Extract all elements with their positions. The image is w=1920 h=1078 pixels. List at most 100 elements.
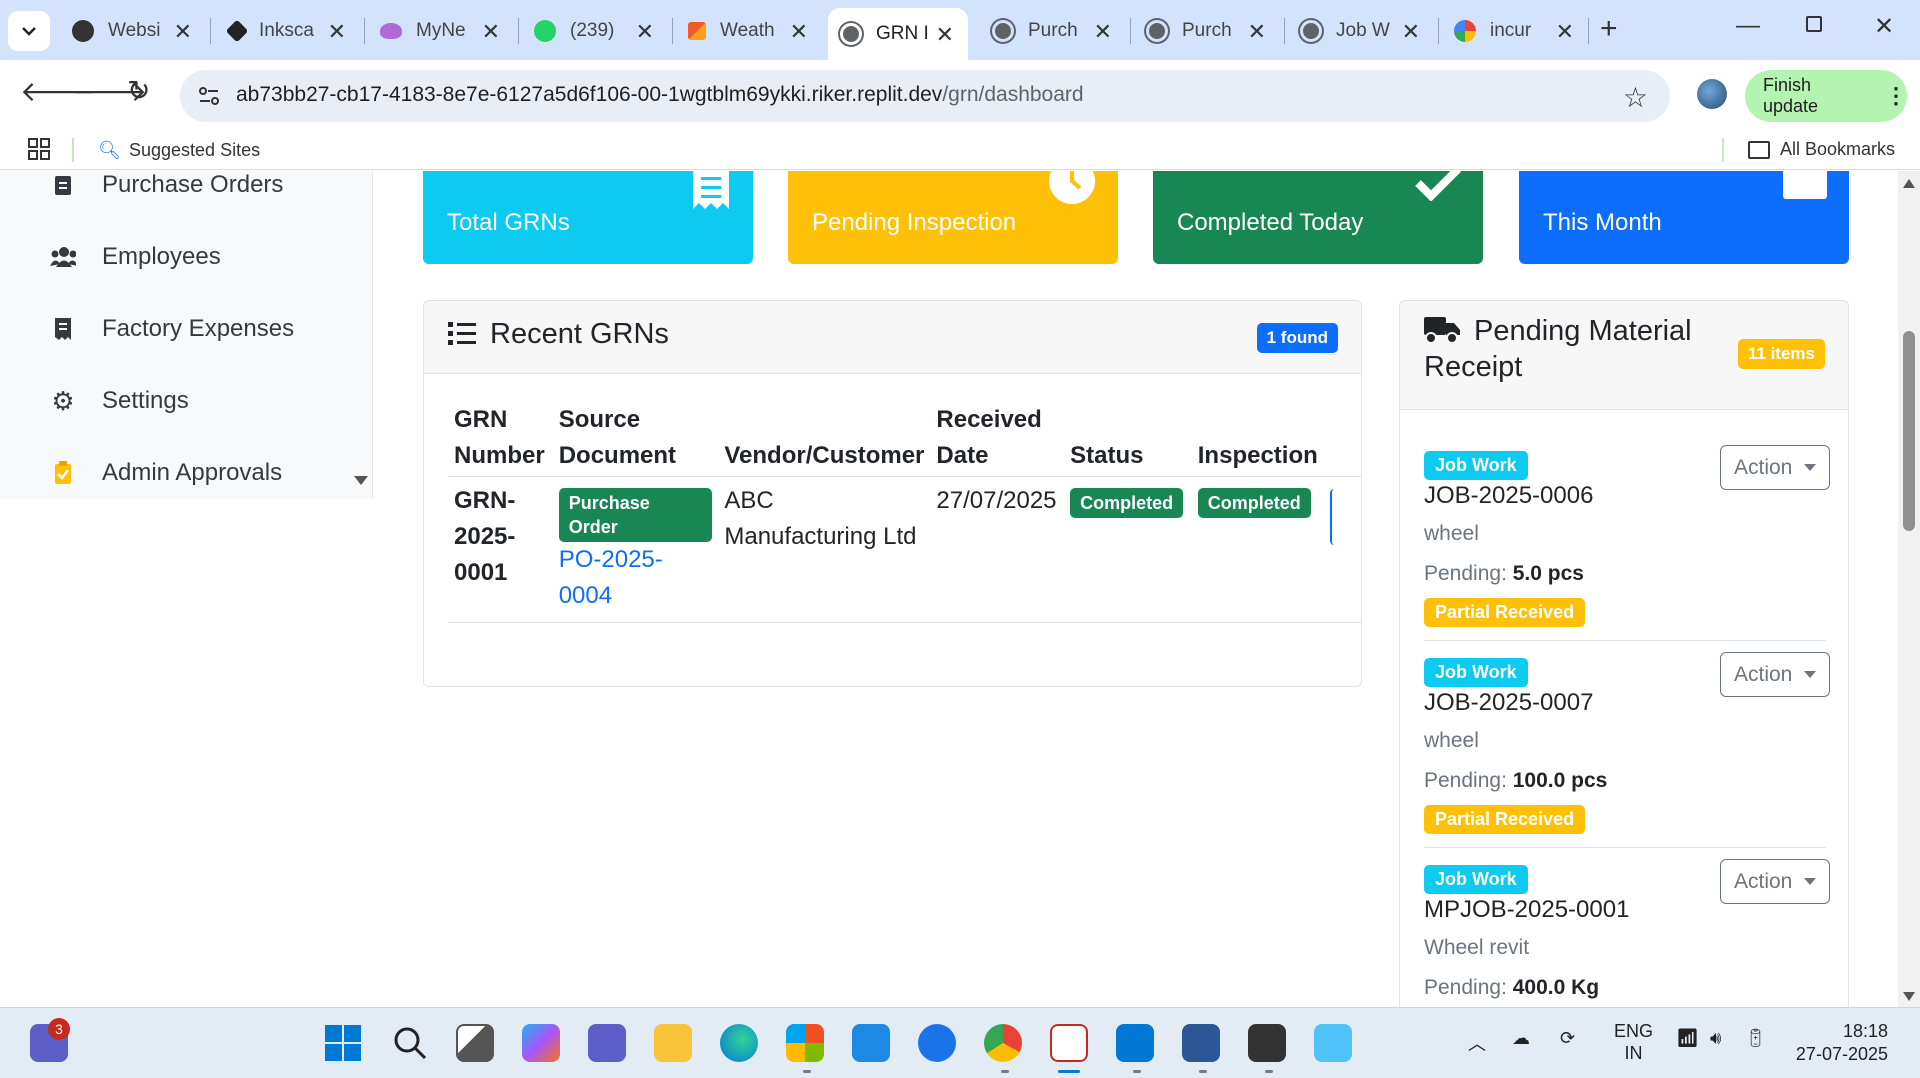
task-view-icon[interactable] (456, 1024, 494, 1062)
vscode-icon[interactable] (1116, 1024, 1154, 1062)
copilot-icon[interactable] (522, 1024, 560, 1062)
actions-cell (1323, 476, 1361, 623)
globe-icon (840, 23, 862, 45)
help-icon[interactable] (918, 1024, 956, 1062)
apps-grid-icon[interactable] (28, 138, 50, 160)
sync-icon[interactable]: ⟳ (1560, 1028, 1575, 1049)
chrome-icon[interactable] (984, 1024, 1022, 1062)
table-scroll-area[interactable]: GRN Number Source Document Vendor/Customer… (424, 374, 1361, 686)
list-icon (448, 322, 476, 345)
close-icon[interactable]: ✕ (936, 22, 954, 48)
users-icon (50, 244, 76, 270)
myhp-icon[interactable] (852, 1024, 890, 1062)
clock[interactable]: 18:18 27-07-2025 (1788, 1020, 1888, 1066)
count-badge: 1 found (1256, 323, 1338, 353)
windows-start-icon[interactable] (325, 1025, 361, 1061)
col-actions[interactable] (1323, 402, 1361, 477)
sidebar-item-purchase-orders[interactable]: Purchase Orders (50, 171, 283, 205)
teams-icon[interactable] (588, 1024, 626, 1062)
action-dropdown-button[interactable]: Action (1720, 445, 1830, 490)
scroll-down-arrow[interactable] (1903, 992, 1915, 1001)
inspection-badge: Completed (1197, 488, 1311, 518)
grn-number-cell: GRN- 2025- 0001 (448, 476, 553, 623)
address-bar[interactable]: ab73bb27-cb17-4183-8e7e-6127a5d6f106-00-… (180, 70, 1670, 122)
powershell-icon[interactable] (1182, 1024, 1220, 1062)
window-close-icon[interactable]: ✕ (1874, 12, 1894, 41)
sidebar-scroll-down-arrow[interactable] (354, 476, 368, 485)
new-tab-button[interactable]: + (1600, 12, 1618, 46)
sidebar-item-settings[interactable]: ⚙ Settings (50, 381, 188, 421)
clock-icon (1049, 171, 1095, 204)
url-text[interactable]: ab73bb27-cb17-4183-8e7e-6127a5d6f106-00-… (236, 83, 1084, 107)
reload-button[interactable]: ↻ (127, 74, 150, 107)
close-icon[interactable]: ✕ (790, 19, 808, 45)
sidebar-item-admin-approvals[interactable]: Admin Approvals (50, 453, 282, 493)
close-icon[interactable]: ✕ (1556, 19, 1574, 45)
tab-3[interactable]: MyNe ✕ (368, 10, 514, 52)
tab-5[interactable]: Weath ✕ (676, 10, 822, 52)
sidebar-item-employees[interactable]: Employees (50, 237, 221, 277)
tab-search-button[interactable] (8, 11, 50, 51)
source-type-badge: Purchase Order (558, 488, 713, 542)
snipping-tool-icon[interactable] (1050, 1024, 1088, 1062)
po-link[interactable]: PO-2025-0004 (559, 546, 663, 609)
search-icon[interactable] (392, 1025, 428, 1061)
chevron-down-icon (22, 27, 36, 36)
suggested-sites-link[interactable]: Suggested Sites (129, 140, 260, 161)
tab-8[interactable]: Purch ✕ (1134, 10, 1280, 52)
all-bookmarks-button[interactable]: All Bookmarks (1748, 139, 1895, 160)
action-dropdown-button[interactable]: Action (1720, 652, 1830, 697)
scroll-thumb[interactable] (1903, 331, 1915, 531)
tab-2[interactable]: Inksca ✕ (214, 10, 360, 52)
card-title: Pending Material Receipt (1424, 315, 1692, 383)
close-icon[interactable]: ✕ (482, 19, 500, 45)
tab-10[interactable]: incur ✕ (1442, 10, 1588, 52)
store-icon[interactable] (786, 1024, 824, 1062)
col-grn-number[interactable]: GRN Number (448, 402, 553, 477)
sidebar-item-factory-expenses[interactable]: Factory Expenses (50, 309, 294, 349)
col-status[interactable]: Status (1064, 402, 1192, 477)
weather-icon (688, 22, 706, 40)
edge-icon[interactable] (720, 1024, 758, 1062)
calendar-icon (1783, 171, 1827, 199)
scroll-up-arrow[interactable] (1903, 179, 1915, 188)
bookmark-star-icon[interactable]: ☆ (1623, 81, 1648, 114)
tab-bar: Websi ✕ Inksca ✕ MyNe ✕ (239) ✕ Weath ✕ … (0, 0, 1920, 60)
volume-icon[interactable]: 🔊︎ (1710, 1028, 1721, 1049)
close-icon[interactable]: ✕ (174, 19, 192, 45)
action-dropdown-button[interactable]: Action (1720, 859, 1830, 904)
wifi-icon[interactable]: 📶︎ (1676, 1028, 1699, 1049)
col-source-document[interactable]: Source Document (552, 402, 719, 477)
col-received-date[interactable]: Received Date (930, 402, 1065, 477)
clipboard-check-icon (50, 460, 76, 486)
tab-1[interactable]: Websi ✕ (60, 10, 206, 52)
col-inspection[interactable]: Inspection (1191, 402, 1324, 477)
language-indicator[interactable]: ENG IN (1614, 1020, 1653, 1064)
tab-7[interactable]: Purch ✕ (980, 10, 1126, 52)
list-item: Job Work JOB-2025-0006 wheel Pending: 5.… (1424, 445, 1830, 627)
col-vendor[interactable]: Vendor/Customer (718, 402, 931, 477)
notepad-icon[interactable] (1314, 1024, 1352, 1062)
inkscape-icon (225, 19, 249, 43)
file-explorer-icon[interactable] (654, 1024, 692, 1062)
battery-icon[interactable]: 🔋︎ (1744, 1028, 1767, 1049)
terminal-icon[interactable] (1248, 1024, 1286, 1062)
finish-update-button[interactable]: Finish update ⋮ (1745, 70, 1907, 122)
restore-icon[interactable] (1806, 16, 1822, 32)
search-icon: 🔍︎ (98, 140, 121, 160)
close-icon[interactable]: ✕ (1248, 19, 1266, 45)
chevron-up-icon[interactable]: ︿ (1468, 1030, 1486, 1056)
tab-9[interactable]: Job W ✕ (1288, 10, 1434, 52)
site-settings-icon[interactable] (196, 83, 222, 109)
close-icon[interactable]: ✕ (328, 19, 346, 45)
action-button-edge[interactable] (1329, 489, 1336, 545)
close-icon[interactable]: ✕ (636, 19, 654, 45)
page-vertical-scrollbar[interactable] (1898, 171, 1920, 1007)
tab-4[interactable]: (239) ✕ (522, 10, 668, 52)
profile-avatar[interactable] (1697, 79, 1727, 109)
close-icon[interactable]: ✕ (1402, 19, 1420, 45)
minimize-icon[interactable]: — (1736, 12, 1760, 40)
tab-6-active[interactable]: GRN I ✕ (828, 8, 968, 60)
cloud-icon[interactable]: ☁ (1512, 1028, 1530, 1049)
close-icon[interactable]: ✕ (1094, 19, 1112, 45)
